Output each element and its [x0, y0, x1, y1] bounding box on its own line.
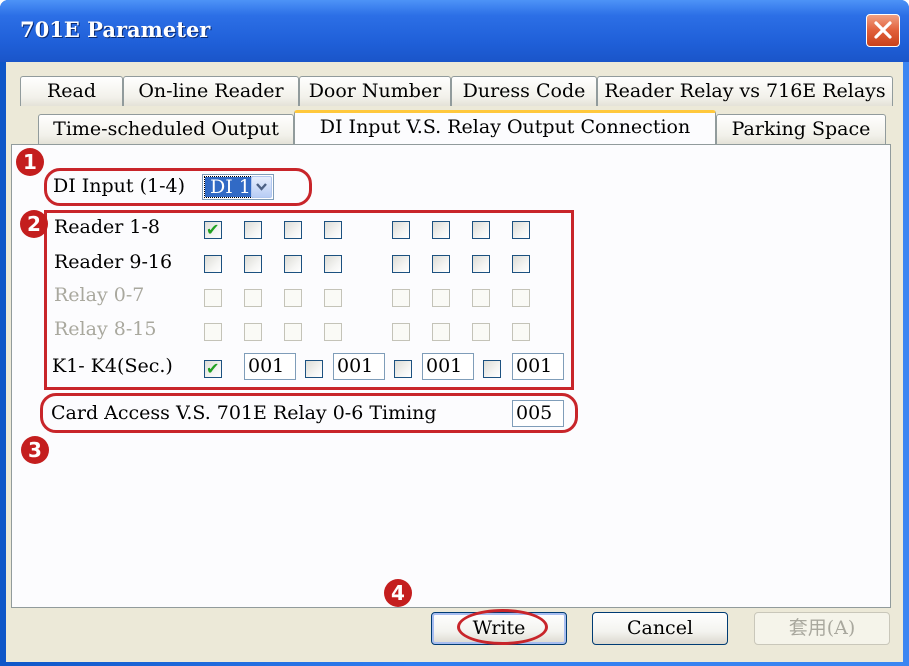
tab-parking-space[interactable]: Parking Space: [716, 114, 886, 144]
relay-0-7-checkbox-5: [392, 289, 410, 307]
window-title: 701E Parameter: [20, 17, 211, 42]
tab-door-number[interactable]: Door Number: [299, 76, 451, 106]
tab-online-reader[interactable]: On-line Reader: [123, 76, 299, 106]
reader-9-16-checkbox-7[interactable]: [472, 255, 490, 273]
tab-time-scheduled-output[interactable]: Time-scheduled Output: [38, 114, 294, 144]
relay-8-15-checkbox-8: [512, 323, 530, 341]
reader-1-8-checkbox-1[interactable]: ✔: [204, 221, 222, 239]
relay-0-7-checkbox-8: [512, 289, 530, 307]
reader-1-8-checkbox-7[interactable]: [472, 221, 490, 239]
reader-1-8-checkbox-4[interactable]: [324, 221, 342, 239]
reader-9-16-checkbox-6[interactable]: [432, 255, 450, 273]
reader-1-8-checkbox-3[interactable]: [284, 221, 302, 239]
annotation-box-card-access: [40, 393, 578, 433]
dialog-window: 701E Parameter Read On-line Reader Door …: [0, 0, 909, 666]
reader-1-8-checkbox-8[interactable]: [512, 221, 530, 239]
relay-8-15-checkbox-2: [244, 323, 262, 341]
relay-0-7-checkbox-7: [472, 289, 490, 307]
reader-9-16-checkbox-5[interactable]: [392, 255, 410, 273]
reader-1-8-checkbox-2[interactable]: [244, 221, 262, 239]
annotation-box-write: [457, 609, 548, 645]
reader-9-16-checkbox-1[interactable]: [204, 255, 222, 273]
relay-0-7-checkbox-3: [284, 289, 302, 307]
reader-9-16-checkbox-3[interactable]: [284, 255, 302, 273]
reader-1-8-checkbox-5[interactable]: [392, 221, 410, 239]
annotation-box-grid: [44, 210, 574, 390]
relay-0-7-checkbox-6: [432, 289, 450, 307]
annotation-badge-4: 4: [384, 579, 412, 607]
relay-8-15-checkbox-6: [432, 323, 450, 341]
reader-9-16-checkbox-2[interactable]: [244, 255, 262, 273]
close-icon: [874, 21, 892, 39]
tab-duress-code[interactable]: Duress Code: [451, 76, 597, 106]
apply-button[interactable]: 套用(A): [754, 612, 890, 645]
tab-reader-relay[interactable]: Reader Relay vs 716E Relays: [597, 76, 893, 106]
dialog-client-area: Read On-line Reader Door Number Duress C…: [6, 62, 903, 662]
check-mark-icon: ✔: [206, 220, 220, 239]
reader-1-8-checkbox-6[interactable]: [432, 221, 450, 239]
annotation-badge-2: 2: [20, 210, 48, 238]
annotation-badge-3: 3: [21, 436, 49, 464]
relay-0-7-checkbox-1: [204, 289, 222, 307]
tab-di-input-relay[interactable]: DI Input V.S. Relay Output Connection: [294, 110, 716, 144]
reader-9-16-checkbox-4[interactable]: [324, 255, 342, 273]
relay-0-7-checkbox-4: [324, 289, 342, 307]
cancel-button[interactable]: Cancel: [592, 612, 728, 645]
relay-8-15-checkbox-5: [392, 323, 410, 341]
relay-0-7-checkbox-2: [244, 289, 262, 307]
title-bar[interactable]: 701E Parameter: [0, 0, 909, 62]
relay-8-15-checkbox-7: [472, 323, 490, 341]
close-button[interactable]: [866, 14, 900, 47]
relay-8-15-checkbox-3: [284, 323, 302, 341]
reader-9-16-checkbox-8[interactable]: [512, 255, 530, 273]
tab-read[interactable]: Read: [20, 76, 123, 106]
relay-8-15-checkbox-4: [324, 323, 342, 341]
relay-8-15-checkbox-1: [204, 323, 222, 341]
annotation-box-di-input: [44, 168, 312, 206]
annotation-badge-1: 1: [16, 148, 44, 176]
